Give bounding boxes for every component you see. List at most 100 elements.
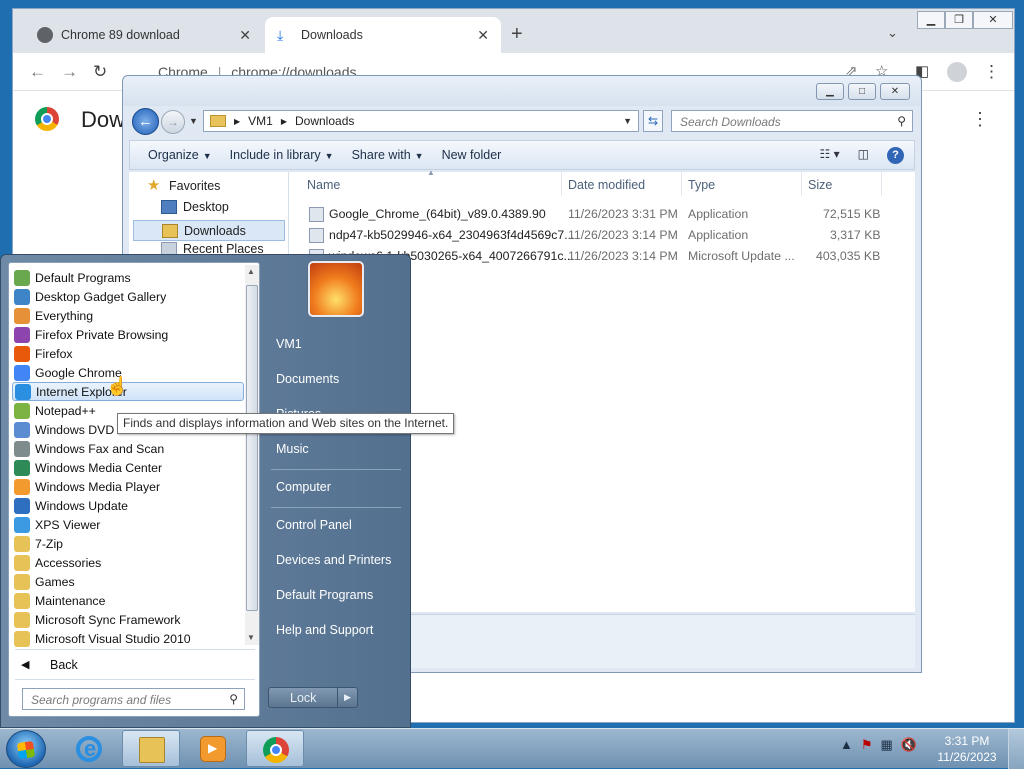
program-item[interactable]: Windows Fax and Scan bbox=[12, 439, 244, 458]
column-header-size[interactable]: Size bbox=[808, 178, 832, 192]
program-item[interactable]: Windows Update bbox=[12, 496, 244, 515]
chrome-menu-icon[interactable]: ⋮ bbox=[983, 62, 1000, 82]
explorer-title-bar[interactable]: ▁ □ ✕ bbox=[123, 76, 921, 106]
back-arrow-icon[interactable]: ← bbox=[29, 62, 46, 82]
tab-search-chevron-icon[interactable]: ⌄ bbox=[887, 25, 898, 41]
forward-arrow-icon[interactable]: → bbox=[61, 62, 78, 82]
scroll-down-icon[interactable]: ▼ bbox=[247, 633, 255, 642]
file-type: Microsoft Update ... bbox=[688, 249, 795, 263]
restore-button[interactable]: ❐ bbox=[945, 11, 973, 29]
breadcrumb-downloads[interactable]: Downloads bbox=[295, 114, 354, 128]
start-link-control-panel[interactable]: Control Panel bbox=[276, 518, 352, 532]
new-tab-button[interactable]: + bbox=[511, 23, 523, 46]
start-link-devices-and-printers[interactable]: Devices and Printers bbox=[276, 553, 391, 567]
file-row[interactable]: ndp47-kb5029946-x64_2304963f4d4569c7... … bbox=[289, 225, 915, 246]
lock-button[interactable]: Lock ▶ bbox=[268, 687, 358, 708]
user-picture[interactable] bbox=[308, 261, 364, 317]
tab-title: Downloads bbox=[301, 28, 363, 42]
explorer-search-input[interactable]: Search Downloads ⚲ bbox=[671, 110, 913, 132]
refresh-icon[interactable]: ⇆ bbox=[643, 110, 663, 132]
explorer-close-button[interactable]: ✕ bbox=[880, 83, 910, 100]
address-dropdown-icon[interactable]: ▼ bbox=[623, 116, 632, 126]
preview-pane-icon[interactable]: ◫ bbox=[858, 147, 869, 164]
scrollbar-thumb[interactable] bbox=[246, 285, 258, 611]
taskbar-internet-explorer[interactable] bbox=[60, 730, 118, 767]
nav-downloads[interactable]: Downloads bbox=[133, 220, 285, 241]
chevron-down-icon: ▼ bbox=[414, 151, 424, 161]
taskbar-windows-media-player[interactable] bbox=[184, 730, 242, 767]
show-desktop-button[interactable] bbox=[1008, 729, 1024, 769]
program-item[interactable]: Microsoft Sync Framework bbox=[12, 610, 244, 629]
address-bar[interactable]: ▶ VM1 ▶ Downloads ▼ bbox=[203, 110, 639, 132]
back-button[interactable]: ← bbox=[132, 108, 159, 135]
start-link-documents[interactable]: Documents bbox=[276, 372, 339, 386]
search-placeholder: Search Downloads bbox=[680, 115, 781, 129]
profile-avatar-icon[interactable] bbox=[947, 62, 967, 82]
forward-button[interactable]: → bbox=[161, 110, 185, 134]
taskbar-windows-explorer[interactable] bbox=[122, 730, 180, 767]
shutdown-options-arrow-icon[interactable]: ▶ bbox=[337, 688, 357, 707]
change-view-icon[interactable]: ☷ ▾ bbox=[820, 147, 840, 164]
show-hidden-icons-icon[interactable]: ▲ bbox=[840, 737, 853, 753]
program-label: Microsoft Visual Studio 2010 bbox=[35, 631, 191, 646]
explorer-minimize-button[interactable]: ▁ bbox=[816, 83, 844, 100]
program-item[interactable]: Windows Media Center bbox=[12, 458, 244, 477]
recent-pages-dropdown-icon[interactable]: ▼ bbox=[189, 116, 198, 126]
program-item[interactable]: Default Programs bbox=[12, 268, 244, 287]
column-header-date-modified[interactable]: Date modified bbox=[568, 178, 645, 192]
taskbar-google-chrome[interactable] bbox=[246, 730, 304, 767]
tab-chrome-89-download[interactable]: Chrome 89 download ✕ bbox=[25, 17, 263, 53]
start-link-vm1[interactable]: VM1 bbox=[276, 337, 302, 351]
minimize-button[interactable]: ▁ bbox=[917, 11, 945, 29]
help-icon[interactable]: ? bbox=[887, 147, 904, 164]
column-separator[interactable] bbox=[561, 172, 562, 196]
program-item[interactable]: Accessories bbox=[12, 553, 244, 572]
volume-muted-icon[interactable]: 🔇 bbox=[901, 737, 917, 753]
program-item[interactable]: Everything bbox=[12, 306, 244, 325]
reload-icon[interactable]: ↻ bbox=[93, 62, 107, 82]
explorer-maximize-button[interactable]: □ bbox=[848, 83, 876, 100]
column-separator[interactable] bbox=[681, 172, 682, 196]
more-actions-icon[interactable]: ⋮ bbox=[971, 109, 989, 130]
back-button[interactable]: ◀ Back bbox=[9, 655, 259, 677]
program-item[interactable]: Firefox Private Browsing bbox=[12, 325, 244, 344]
divider bbox=[271, 469, 401, 470]
search-programs-input[interactable]: Search programs and files ⚲ bbox=[22, 688, 245, 710]
new-folder-button[interactable]: New folder bbox=[442, 148, 502, 162]
close-tab-icon[interactable]: ✕ bbox=[239, 27, 251, 44]
program-item[interactable]: Games bbox=[12, 572, 244, 591]
nav-favorites[interactable]: ★ Favorites bbox=[147, 178, 220, 193]
column-header-name[interactable]: Name bbox=[307, 178, 340, 192]
start-button[interactable] bbox=[6, 730, 46, 768]
include-in-library-menu[interactable]: Include in library ▼ bbox=[230, 148, 334, 162]
column-separator[interactable] bbox=[881, 172, 882, 196]
breadcrumb-vm1[interactable]: VM1 bbox=[248, 114, 273, 128]
program-item[interactable]: Maintenance bbox=[12, 591, 244, 610]
program-item[interactable]: Microsoft Visual Studio 2010 bbox=[12, 629, 244, 648]
action-center-flag-icon[interactable]: ⚑ bbox=[861, 737, 873, 753]
program-label: Desktop Gadget Gallery bbox=[35, 289, 167, 304]
start-link-music[interactable]: Music bbox=[276, 442, 309, 456]
program-item[interactable]: Windows Media Player bbox=[12, 477, 244, 496]
network-icon[interactable]: ▦ bbox=[881, 737, 893, 753]
start-link-default-programs[interactable]: Default Programs bbox=[276, 588, 373, 602]
start-link-computer[interactable]: Computer bbox=[276, 480, 331, 494]
organize-menu[interactable]: Organize ▼ bbox=[148, 148, 212, 162]
tab-downloads[interactable]: ⤓ Downloads ✕ bbox=[265, 17, 501, 53]
taskbar-clock[interactable]: 3:31 PM 11/26/2023 bbox=[936, 733, 998, 765]
close-tab-icon[interactable]: ✕ bbox=[477, 27, 489, 44]
start-link-help-and-support[interactable]: Help and Support bbox=[276, 623, 373, 637]
file-row[interactable]: Google_Chrome_(64bit)_v89.0.4389.90 11/2… bbox=[289, 204, 915, 225]
close-button[interactable]: ✕ bbox=[973, 11, 1013, 29]
nav-desktop[interactable]: Desktop bbox=[161, 200, 229, 214]
notification-area: ▲ ⚑ ▦ 🔇 bbox=[840, 737, 917, 753]
program-list-scrollbar[interactable]: ▲ ▼ bbox=[245, 265, 259, 645]
program-item[interactable]: XPS Viewer bbox=[12, 515, 244, 534]
column-header-type[interactable]: Type bbox=[688, 178, 715, 192]
scroll-up-icon[interactable]: ▲ bbox=[247, 267, 255, 276]
program-item[interactable]: Firefox bbox=[12, 344, 244, 363]
program-item[interactable]: 7-Zip bbox=[12, 534, 244, 553]
share-with-menu[interactable]: Share with ▼ bbox=[352, 148, 424, 162]
program-item[interactable]: Desktop Gadget Gallery bbox=[12, 287, 244, 306]
column-separator[interactable] bbox=[801, 172, 802, 196]
